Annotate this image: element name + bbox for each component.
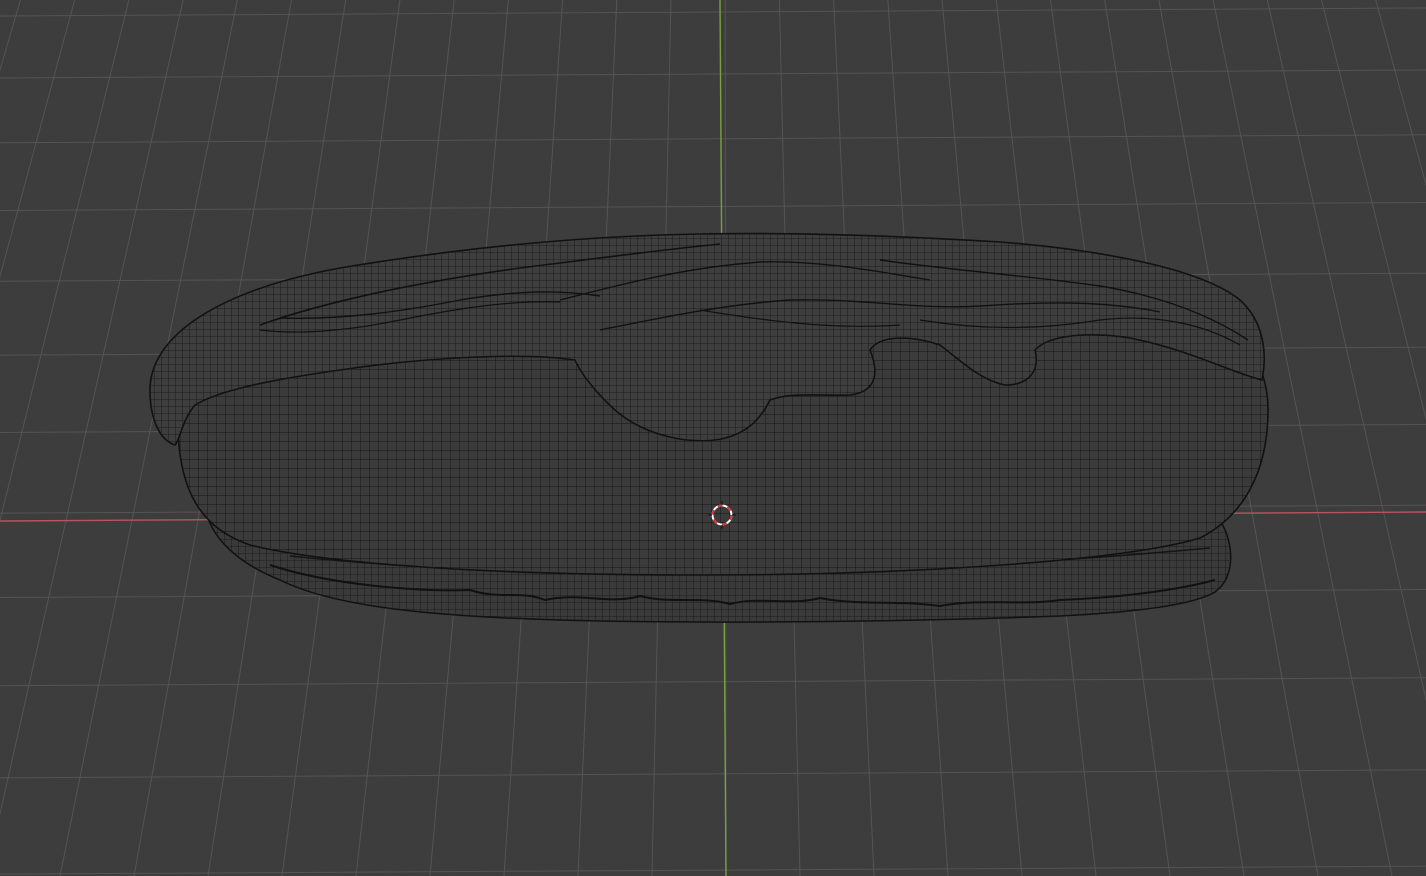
grid-line — [0, 0, 76, 279]
grid-line — [1321, 0, 1426, 421]
viewport-canvas[interactable] — [0, 0, 1426, 876]
grid-line — [1375, 0, 1426, 187]
grid-line — [0, 0, 130, 523]
grid-line — [0, 865, 1426, 875]
grid-line — [0, 677, 1426, 687]
3d-viewport[interactable] — [0, 0, 1426, 876]
grid-line — [0, 201, 1426, 211]
grid-line — [0, 7, 1426, 17]
bread-roll-mesh[interactable] — [149, 232, 1269, 623]
grid-line — [0, 769, 1426, 779]
grid-line — [0, 69, 1426, 79]
grid-line — [1266, 0, 1426, 702]
grid-line — [0, 134, 1426, 144]
grid-line — [0, 0, 184, 817]
grid-line — [0, 0, 21, 72]
